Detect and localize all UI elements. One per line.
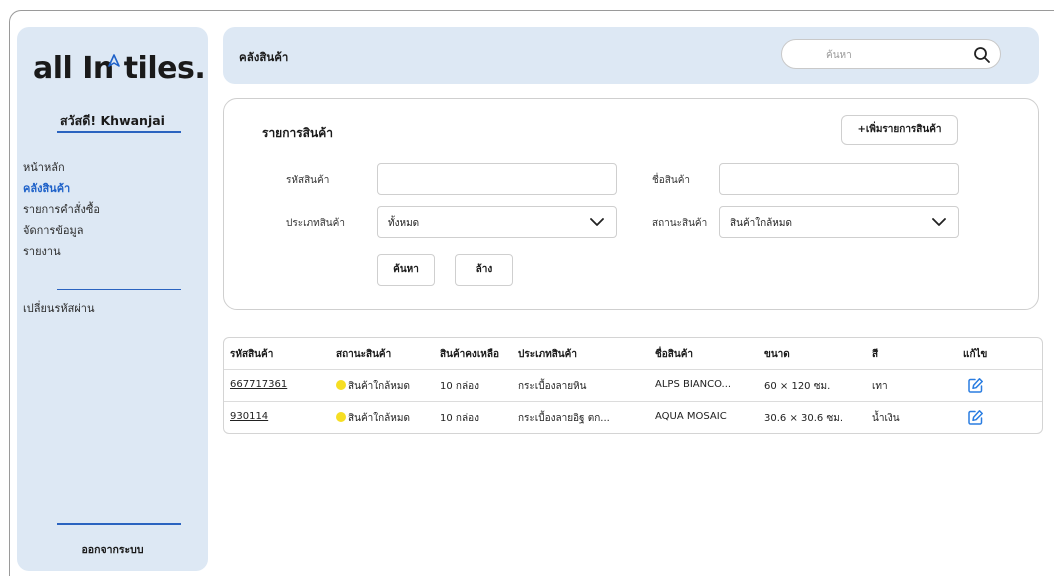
product-status-label: สถานะสินค้า (652, 218, 708, 229)
product-name-input[interactable] (720, 164, 958, 194)
search-box (781, 39, 1001, 69)
chevron-down-icon (932, 218, 946, 226)
sidebar-item-change-password[interactable]: เปลี่ยนรหัสผ่าน (23, 298, 94, 319)
filter-card: รายการสินค้า +เพิ่มรายการสินค้า รหัสสินค… (223, 98, 1039, 310)
sidebar-nav: หน้าหลัก คลังสินค้า รายการคำสั่งซื้อ จัด… (23, 157, 100, 262)
type-cell: กระเบื้องลายอิฐ ตก... (518, 413, 610, 424)
product-code-input[interactable] (378, 164, 616, 194)
product-status-value: สินค้าใกล้หมด (730, 218, 792, 229)
status-text: สินค้าใกล้หมด (348, 381, 410, 392)
product-name-field (719, 163, 959, 195)
column-header-size: ขนาด (764, 349, 790, 360)
product-code-link[interactable]: 930114 (230, 411, 268, 422)
stock-cell: 10 กล่อง (440, 413, 479, 424)
status-dot (336, 412, 346, 422)
product-name-label: ชื่อสินค้า (652, 175, 691, 186)
sidebar-item-data-management[interactable]: จัดการข้อมูล (23, 220, 100, 241)
edit-icon[interactable] (967, 409, 984, 426)
product-code-field (377, 163, 617, 195)
product-table: รหัสสินค้า สถานะสินค้า สินค้าคงเหลือ ประ… (223, 337, 1043, 434)
divider (57, 523, 181, 525)
divider (57, 131, 181, 133)
top-header: คลังสินค้า (223, 27, 1039, 84)
add-product-button[interactable]: +เพิ่มรายการสินค้า (841, 115, 958, 145)
column-header-name: ชื่อสินค้า (655, 349, 694, 360)
status-text: สินค้าใกล้หมด (348, 413, 410, 424)
stock-cell: 10 กล่อง (440, 381, 479, 392)
greeting-text: สวัสดี! Khwanjai (60, 113, 165, 128)
product-code-link[interactable]: 667717361 (230, 379, 287, 390)
table-row: 667717361 สินค้าใกล้หมด 10 กล่อง กระเบื้… (224, 369, 1042, 401)
sidebar-item-inventory[interactable]: คลังสินค้า (23, 178, 100, 199)
type-cell: กระเบื้องลายหิน (518, 381, 587, 392)
product-type-label: ประเภทสินค้า (286, 218, 345, 229)
sidebar-item-home[interactable]: หน้าหลัก (23, 157, 100, 178)
card-title: รายการสินค้า (262, 126, 333, 140)
arrow-icon (108, 54, 120, 67)
product-code-label: รหัสสินค้า (286, 175, 330, 186)
search-icon[interactable] (973, 46, 991, 64)
color-cell: น้ำเงิน (872, 413, 900, 424)
column-header-status: สถานะสินค้า (336, 349, 392, 360)
column-header-code: รหัสสินค้า (230, 349, 274, 360)
color-cell: เทา (872, 381, 888, 392)
name-cell: ALPS BIANCO... (655, 379, 732, 390)
search-button[interactable]: ค้นหา (377, 254, 435, 286)
sidebar-item-reports[interactable]: รายงาน (23, 241, 100, 262)
search-input[interactable] (792, 45, 942, 65)
name-cell: AQUA MOSAIC (655, 411, 727, 422)
chevron-down-icon (590, 218, 604, 226)
size-cell: 30.6 × 30.6 ซม. (764, 413, 844, 424)
product-type-value: ทั้งหมด (388, 218, 420, 229)
page-title: คลังสินค้า (239, 50, 289, 64)
clear-button[interactable]: ล้าง (455, 254, 513, 286)
column-header-edit: แก้ไข (963, 349, 988, 360)
column-header-type: ประเภทสินค้า (518, 349, 577, 360)
product-status-select[interactable]: สินค้าใกล้หมด (719, 206, 959, 238)
logo: all In tiles. (33, 51, 206, 86)
product-type-select[interactable]: ทั้งหมด (377, 206, 617, 238)
sidebar-item-orders[interactable]: รายการคำสั่งซื้อ (23, 199, 100, 220)
edit-icon[interactable] (967, 377, 984, 394)
logout-button[interactable]: ออกจากระบบ (17, 541, 208, 558)
status-badge: สินค้าใกล้หมด (336, 411, 410, 426)
size-cell: 60 × 120 ซม. (764, 381, 831, 392)
status-badge: สินค้าใกล้หมด (336, 379, 410, 394)
column-header-color: สี (872, 349, 879, 360)
divider (57, 289, 181, 290)
sidebar: all In tiles. สวัสดี! Khwanjai หน้าหลัก … (17, 27, 208, 571)
column-header-stock: สินค้าคงเหลือ (440, 349, 499, 360)
table-row: 930114 สินค้าใกล้หมด 10 กล่อง กระเบื้องล… (224, 401, 1042, 433)
status-dot (336, 380, 346, 390)
